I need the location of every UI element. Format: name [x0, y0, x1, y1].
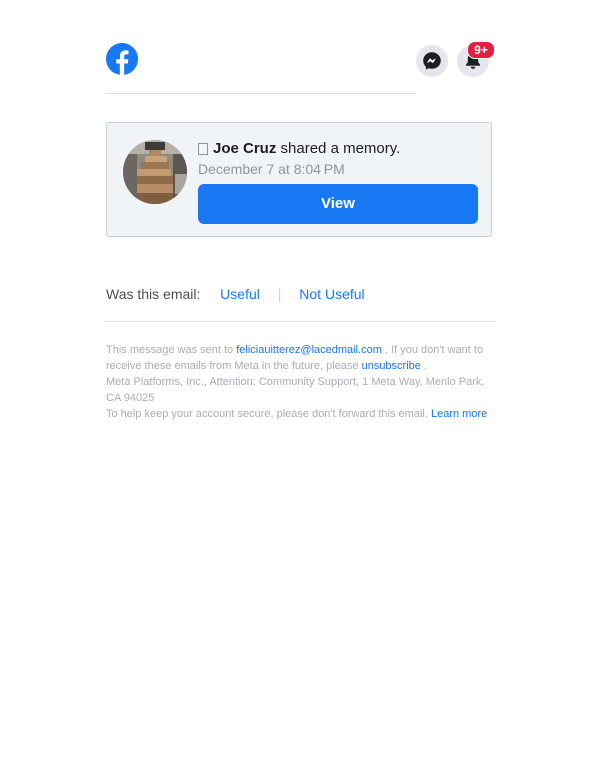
avatar[interactable]: [123, 140, 187, 204]
security-notice: To help keep your account secure, please…: [106, 406, 494, 422]
unsubscribe-end: .: [423, 360, 428, 372]
feedback-separator: |: [277, 286, 282, 302]
recipient-email-link[interactable]: feliciauitterez@lacedmail.com: [236, 344, 382, 356]
unsubscribe-link[interactable]: unsubscribe: [362, 360, 421, 372]
memory-date: December 7 at 8:04 PM: [198, 161, 345, 177]
messenger-button[interactable]: [416, 45, 448, 77]
footer-divider: [106, 321, 494, 322]
stone-steps-photo: [123, 140, 187, 204]
memory-card: Joe Cruz shared a memory. December 7 at …: [106, 122, 492, 237]
learn-more-link[interactable]: Learn more: [431, 408, 487, 420]
email-body: 9+ Joe Cruz shared a memory. December 7 …: [106, 0, 495, 420]
company-address: Meta Platforms, Inc., Attention: Communi…: [106, 376, 485, 404]
email-footer: This message was sent to feliciauitterez…: [106, 342, 494, 422]
facebook-logo-icon[interactable]: [106, 43, 138, 75]
action-text: shared a memory.: [280, 140, 401, 157]
sent-to-notice: This message was sent to feliciauitterez…: [106, 342, 494, 374]
view-button[interactable]: View: [198, 184, 478, 224]
memory-details: Joe Cruz shared a memory. December 7 at …: [198, 139, 478, 177]
email-header: 9+: [106, 0, 495, 94]
feedback-question: Was this email:: [106, 286, 201, 302]
not-useful-link[interactable]: Not Useful: [299, 286, 364, 302]
sent-prefix: This message was sent to: [106, 344, 234, 356]
useful-link[interactable]: Useful: [220, 286, 260, 302]
header-divider: [106, 93, 416, 94]
feedback-row: Was this email: Useful | Not Useful: [106, 286, 365, 302]
memory-title: Joe Cruz shared a memory.: [198, 139, 478, 159]
messenger-icon: [423, 52, 441, 70]
security-text: To help keep your account secure, please…: [106, 408, 428, 420]
notification-count-badge: 9+: [467, 41, 495, 59]
actor-name[interactable]: Joe Cruz: [213, 140, 276, 157]
placeholder-icon: [198, 143, 208, 156]
